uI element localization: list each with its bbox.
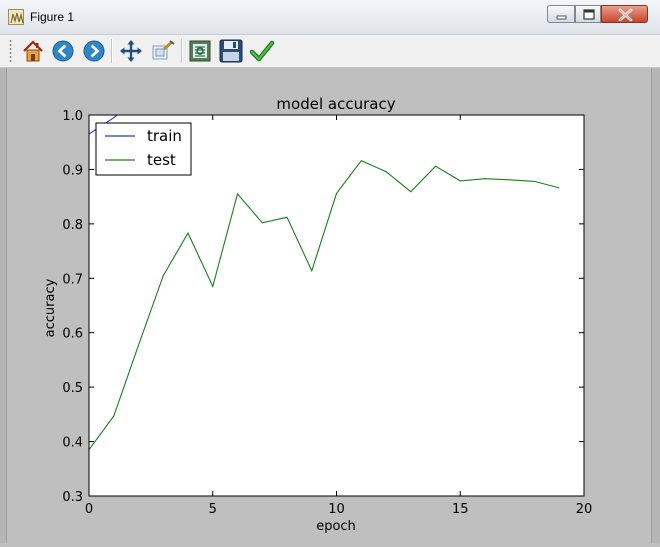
subplots-button[interactable] bbox=[187, 38, 213, 64]
toolbar-grip[interactable] bbox=[9, 39, 12, 63]
window-titlebar[interactable]: Figure 1 bbox=[0, 0, 660, 35]
x-tick-label: 5 bbox=[209, 502, 217, 517]
checkmark-icon bbox=[249, 40, 275, 62]
back-button[interactable] bbox=[50, 38, 76, 64]
house-icon bbox=[23, 40, 43, 62]
y-tick-label: 0.8 bbox=[62, 218, 83, 233]
pan-button[interactable] bbox=[118, 38, 144, 64]
legend-label-train: train bbox=[147, 127, 182, 145]
minimize-button[interactable] bbox=[547, 5, 575, 23]
maximize-button[interactable] bbox=[575, 5, 601, 23]
chart-title: model accuracy bbox=[276, 95, 395, 113]
minimize-icon bbox=[556, 15, 567, 20]
y-tick-label: 0.9 bbox=[62, 163, 83, 178]
accuracy-chart[interactable]: 0 5 10 15 20 0.3 0.4 0.5 0.6 0.7 0.8 0.9 1.0 model a… bbox=[7, 68, 651, 543]
x-axis-label: epoch bbox=[316, 519, 356, 534]
y-axis-label: accuracy bbox=[43, 278, 58, 337]
zoom-rect-icon bbox=[152, 40, 175, 60]
x-tick-label: 20 bbox=[576, 502, 593, 517]
close-button[interactable] bbox=[601, 5, 648, 23]
window-title: Figure 1 bbox=[30, 10, 75, 24]
move-icon bbox=[120, 40, 142, 62]
home-button[interactable] bbox=[20, 38, 46, 64]
y-tick-label: 0.7 bbox=[62, 272, 83, 287]
forward-button[interactable] bbox=[81, 38, 107, 64]
y-tick-label: 0.3 bbox=[62, 490, 83, 505]
arrow-left-icon bbox=[52, 40, 74, 62]
zoom-button[interactable] bbox=[150, 38, 176, 64]
edit-axis-button[interactable] bbox=[249, 38, 275, 64]
legend-label-test: test bbox=[147, 151, 176, 169]
y-tick-label: 1.0 bbox=[62, 109, 83, 124]
y-tick-label: 0.6 bbox=[62, 327, 83, 342]
configure-subplots-icon bbox=[189, 40, 211, 62]
matplotlib-figure-icon bbox=[8, 9, 24, 25]
close-icon bbox=[618, 8, 633, 22]
navigation-toolbar bbox=[0, 35, 660, 68]
window-left-border bbox=[0, 68, 7, 543]
arrow-right-icon bbox=[83, 40, 105, 62]
save-button[interactable] bbox=[218, 38, 244, 64]
maximize-icon bbox=[583, 9, 595, 20]
x-tick-label: 0 bbox=[85, 502, 93, 517]
x-tick-label: 10 bbox=[328, 502, 345, 517]
x-tick-label: 15 bbox=[452, 502, 469, 517]
legend: train test bbox=[95, 122, 192, 176]
figure-canvas[interactable]: 0 5 10 15 20 0.3 0.4 0.5 0.6 0.7 0.8 0.9 1.0 model a… bbox=[7, 68, 651, 543]
y-tick-label: 0.4 bbox=[62, 436, 83, 451]
y-tick-label: 0.5 bbox=[62, 381, 83, 396]
window-right-border bbox=[651, 68, 660, 543]
floppy-disk-icon bbox=[219, 39, 243, 63]
